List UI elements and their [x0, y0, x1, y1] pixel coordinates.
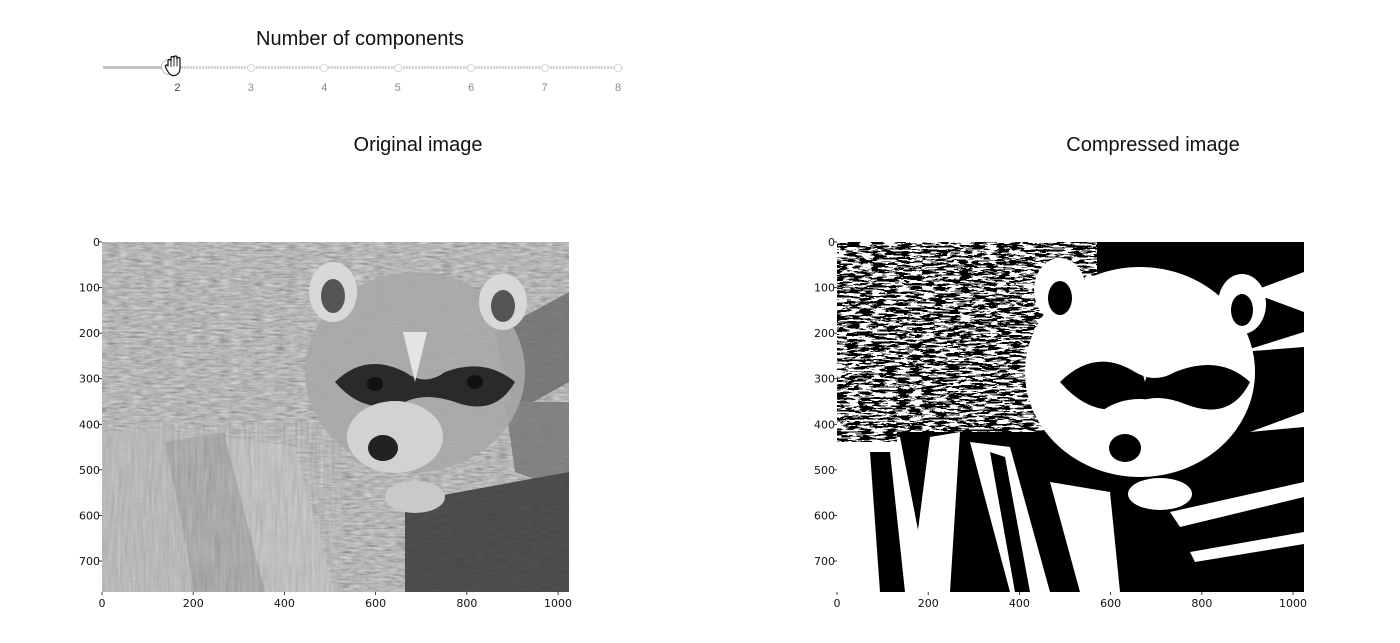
original-ytick-label: 200	[79, 327, 100, 340]
slider-dot-4[interactable]	[320, 64, 329, 72]
compressed-xtick-label: 600	[1100, 597, 1121, 610]
slider-dot-7[interactable]	[540, 64, 549, 72]
slider-dot-3[interactable]	[246, 64, 255, 72]
original-ytick-label: 500	[79, 464, 100, 477]
compressed-ytick-label: 400	[814, 418, 835, 431]
slider-track[interactable]	[103, 66, 169, 69]
original-xtick-label: 1000	[544, 597, 572, 610]
original-xtick-label: 400	[274, 597, 295, 610]
compressed-xtick-label: 800	[1191, 597, 1212, 610]
compressed-image-axes: 0 100 200 300 400 500 600 700 0 200 400 600 800 1000	[814, 236, 1307, 610]
slider-dot-6[interactable]	[467, 64, 476, 72]
original-ytick-label: 700	[79, 555, 100, 568]
original-ytick-label: 300	[79, 373, 100, 386]
compressed-ytick-label: 200	[814, 327, 835, 340]
original-image-plot: 0 100 200 300 400 500 600 700 0 200 400 600 800 1000	[75, 232, 595, 622]
original-xtick-label: 800	[456, 597, 477, 610]
slider-mark-6[interactable]: 6	[461, 82, 481, 94]
slider-mark-5[interactable]: 5	[388, 82, 408, 94]
original-raccoon-image	[102, 242, 569, 592]
slider-handle[interactable]	[160, 59, 177, 75]
compressed-ytick-label: 600	[814, 509, 835, 522]
compressed-image-plot: 0 100 200 300 400 500 600 700 0 200 400 600 800 1000	[810, 232, 1330, 622]
compressed-xtick-label: 1000	[1279, 597, 1307, 610]
original-ytick-label: 100	[79, 282, 100, 295]
slider-mark-4[interactable]: 4	[314, 82, 334, 94]
compressed-ytick-label: 500	[814, 464, 835, 477]
slider-mark-3[interactable]: 3	[241, 82, 261, 94]
slider-dot-5[interactable]	[393, 64, 402, 72]
compressed-image-title: Compressed image	[1066, 134, 1240, 156]
components-slider[interactable]: 2345678	[103, 55, 623, 100]
original-ytick-label: 0	[93, 236, 100, 249]
original-xtick-label: 0	[99, 597, 106, 610]
original-ytick-label: 600	[79, 509, 100, 522]
compressed-ytick-label: 700	[814, 555, 835, 568]
original-xtick-label: 200	[183, 597, 204, 610]
slider-dot-8[interactable]	[614, 64, 622, 72]
compressed-xtick-label: 200	[918, 597, 939, 610]
slider-mark-7[interactable]: 7	[535, 82, 555, 94]
original-image-axes: 0 100 200 300 400 500 600 700 0 200 400 600 800 1000	[79, 236, 572, 610]
compressed-ytick-label: 300	[814, 373, 835, 386]
slider-mark-2[interactable]: 2	[167, 82, 187, 94]
slider-mark-8[interactable]: 8	[608, 82, 628, 94]
compressed-ytick-label: 0	[828, 236, 835, 249]
compressed-ytick-label: 100	[814, 282, 835, 295]
compressed-raccoon-image	[837, 242, 1304, 592]
original-xtick-label: 600	[365, 597, 386, 610]
original-ytick-label: 400	[79, 418, 100, 431]
slider-title: Number of components	[256, 28, 464, 50]
compressed-xtick-label: 400	[1009, 597, 1030, 610]
original-image-title: Original image	[353, 134, 483, 156]
compressed-xtick-label: 0	[834, 597, 841, 610]
